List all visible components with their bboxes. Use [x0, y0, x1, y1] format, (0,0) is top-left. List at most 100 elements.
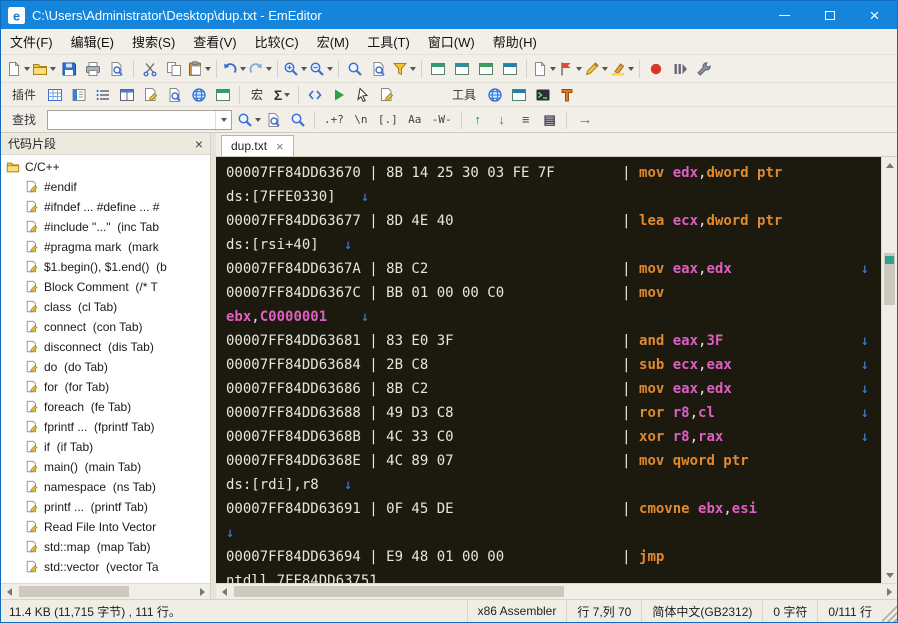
tree-item[interactable]: for (for Tab) [1, 377, 210, 397]
plugin-open-documents-button[interactable] [116, 84, 138, 106]
status-encoding[interactable]: 简体中文(GB2312) [641, 600, 762, 622]
editor-line[interactable]: 00007FF84DD63681 | 83 E0 3F | and eax, 3F… [226, 329, 869, 353]
plugin-web-preview-button[interactable] [188, 84, 210, 106]
menu-item[interactable]: 编辑(E) [62, 29, 123, 54]
editor-line[interactable]: ds:[rdi],r8 ↓ [226, 473, 869, 497]
tree-item[interactable]: connect (con Tab) [1, 317, 210, 337]
tree-item[interactable]: #ifndef ... #define ... # [1, 197, 210, 217]
tools-browser-button[interactable] [484, 84, 506, 106]
menu-item[interactable]: 比较(C) [246, 29, 308, 54]
editor-line[interactable]: 00007FF84DD63684 | 2B C8 | sub ecx, eax ↓ [226, 353, 869, 377]
menu-item[interactable]: 文件(F) [1, 29, 62, 54]
redo-button[interactable] [248, 58, 272, 80]
editor-line[interactable]: 00007FF84DD63694 | E9 48 01 00 00 | jmp [226, 545, 869, 569]
search-input[interactable] [47, 109, 233, 130]
undo-button[interactable] [222, 58, 246, 80]
tree-item[interactable]: do (do Tab) [1, 357, 210, 377]
search-option-button[interactable]: Aa [404, 109, 426, 131]
editor-content[interactable]: 00007FF84DD63670 | 8B 14 25 30 03 FE 7F … [216, 157, 881, 583]
tree-item[interactable]: std::vector (vector Ta [1, 557, 210, 577]
editor-line[interactable]: 00007FF84DD63688 | 49 D3 C8 | ror r8, cl ↓ [226, 401, 869, 425]
marker-button[interactable] [584, 58, 608, 80]
close-button[interactable]: × [852, 1, 897, 29]
tree-folder[interactable]: C/C++ [1, 157, 210, 177]
tree-item[interactable]: $1.begin(), $1.end() (b [1, 257, 210, 277]
tools-terminal-button[interactable] [532, 84, 554, 106]
filter-button[interactable] [392, 58, 416, 80]
save-button[interactable] [58, 58, 80, 80]
find-in-document-button[interactable] [263, 109, 285, 131]
macro-list-button[interactable]: Σ [271, 84, 293, 106]
scroll-left-arrow[interactable] [1, 584, 17, 599]
scroll-right-arrow[interactable] [194, 584, 210, 599]
snippets-close-button[interactable]: × [195, 137, 203, 151]
horizontal-scrollbar-thumb[interactable] [19, 586, 129, 597]
editor-horizontal-scrollbar[interactable] [216, 583, 897, 599]
status-cursor-position[interactable]: 行 7,列 70 [566, 600, 641, 622]
print-button[interactable] [82, 58, 104, 80]
editor-line[interactable]: 00007FF84DD6368E | 4C 89 07 | mov qword … [226, 449, 869, 473]
highlight-button[interactable] [610, 58, 634, 80]
editor-line[interactable]: 00007FF84DD63677 | 8D 4E 40 | lea ecx, dw… [226, 209, 869, 233]
find-all-button[interactable] [287, 109, 309, 131]
plugin-projects-button[interactable] [212, 84, 234, 106]
plugin-outline-button[interactable] [92, 84, 114, 106]
menu-item[interactable]: 工具(T) [358, 29, 419, 54]
plugin-snippets-button[interactable] [140, 84, 162, 106]
menu-item[interactable]: 窗口(W) [419, 29, 484, 54]
editor-line[interactable]: 00007FF84DD6367C | BB 01 00 00 C0 | mov [226, 281, 869, 305]
tools-launch-button[interactable] [508, 84, 530, 106]
snippets-horizontal-scrollbar[interactable] [1, 583, 210, 599]
tab-close-icon[interactable]: × [276, 140, 284, 153]
maximize-button[interactable] [807, 1, 852, 29]
new-file-button[interactable] [6, 58, 30, 80]
document-mode-button[interactable] [532, 58, 556, 80]
minimize-button[interactable] [762, 1, 807, 29]
tab-dup-txt[interactable]: dup.txt × [221, 135, 294, 156]
find-previous-button[interactable]: ↑ [467, 109, 489, 131]
editor-line[interactable]: ↓ [226, 521, 869, 545]
editor-line[interactable]: 00007FF84DD63670 | 8B 14 25 30 03 FE 7F … [226, 161, 869, 185]
scroll-right-arrow[interactable] [881, 584, 897, 599]
scroll-down-arrow[interactable] [882, 567, 897, 583]
search-option-button[interactable]: \n [350, 109, 372, 131]
zoom-out-button[interactable] [309, 58, 333, 80]
filter-results-button[interactable]: ▤ [539, 109, 561, 131]
search-go-button[interactable]: → [572, 109, 599, 131]
highlight-all-button[interactable]: ≡ [515, 109, 537, 131]
tree-item[interactable]: if (if Tab) [1, 437, 210, 457]
macro-pointer-button[interactable] [352, 84, 374, 106]
editor-line[interactable]: ebx, C0000001 ↓ [226, 305, 869, 329]
editor-vertical-scrollbar[interactable] [881, 157, 897, 583]
macro-code-button[interactable] [304, 84, 326, 106]
tree-item[interactable]: std::map (map Tab) [1, 537, 210, 557]
editor-line[interactable]: ntdll.7FF84DD63751 [226, 569, 869, 583]
find-in-files-button[interactable] [368, 58, 390, 80]
tree-item[interactable]: fprintf ... (fprintf Tab) [1, 417, 210, 437]
zoom-in-button[interactable] [283, 58, 307, 80]
split-window-button[interactable] [475, 58, 497, 80]
editor-line[interactable]: ds:[7FFE0330] ↓ [226, 185, 869, 209]
tree-item[interactable]: namespace (ns Tab) [1, 477, 210, 497]
record-macro-button[interactable] [645, 58, 667, 80]
tree-item[interactable]: disconnect (dis Tab) [1, 337, 210, 357]
tree-item[interactable]: #include "..." (inc Tab [1, 217, 210, 237]
find-next-menu-button[interactable] [237, 109, 262, 131]
macro-play-button[interactable] [328, 84, 350, 106]
horizontal-scrollbar-thumb[interactable] [234, 586, 564, 597]
macro-edit-button[interactable] [376, 84, 398, 106]
status-syntax[interactable]: x86 Assembler [466, 600, 567, 622]
search-option-button[interactable]: [.] [374, 109, 402, 131]
scroll-left-arrow[interactable] [216, 584, 232, 599]
menu-item[interactable]: 查看(V) [184, 29, 245, 54]
tree-item[interactable]: printf ... (printf Tab) [1, 497, 210, 517]
find-next-button[interactable]: ↓ [491, 109, 513, 131]
titlebar[interactable]: e C:\Users\Administrator\Desktop\dup.txt… [1, 1, 897, 29]
editor-line[interactable]: 00007FF84DD63686 | 8B C2 | mov eax, edx ↓ [226, 377, 869, 401]
menu-item[interactable]: 帮助(H) [484, 29, 546, 54]
combo-dropdown-icon[interactable] [215, 110, 231, 129]
tools-text-button[interactable] [556, 84, 578, 106]
arrange-window-button[interactable] [499, 58, 521, 80]
tree-item[interactable]: Block Comment (/* T [1, 277, 210, 297]
search-option-button[interactable]: .+? [320, 109, 348, 131]
